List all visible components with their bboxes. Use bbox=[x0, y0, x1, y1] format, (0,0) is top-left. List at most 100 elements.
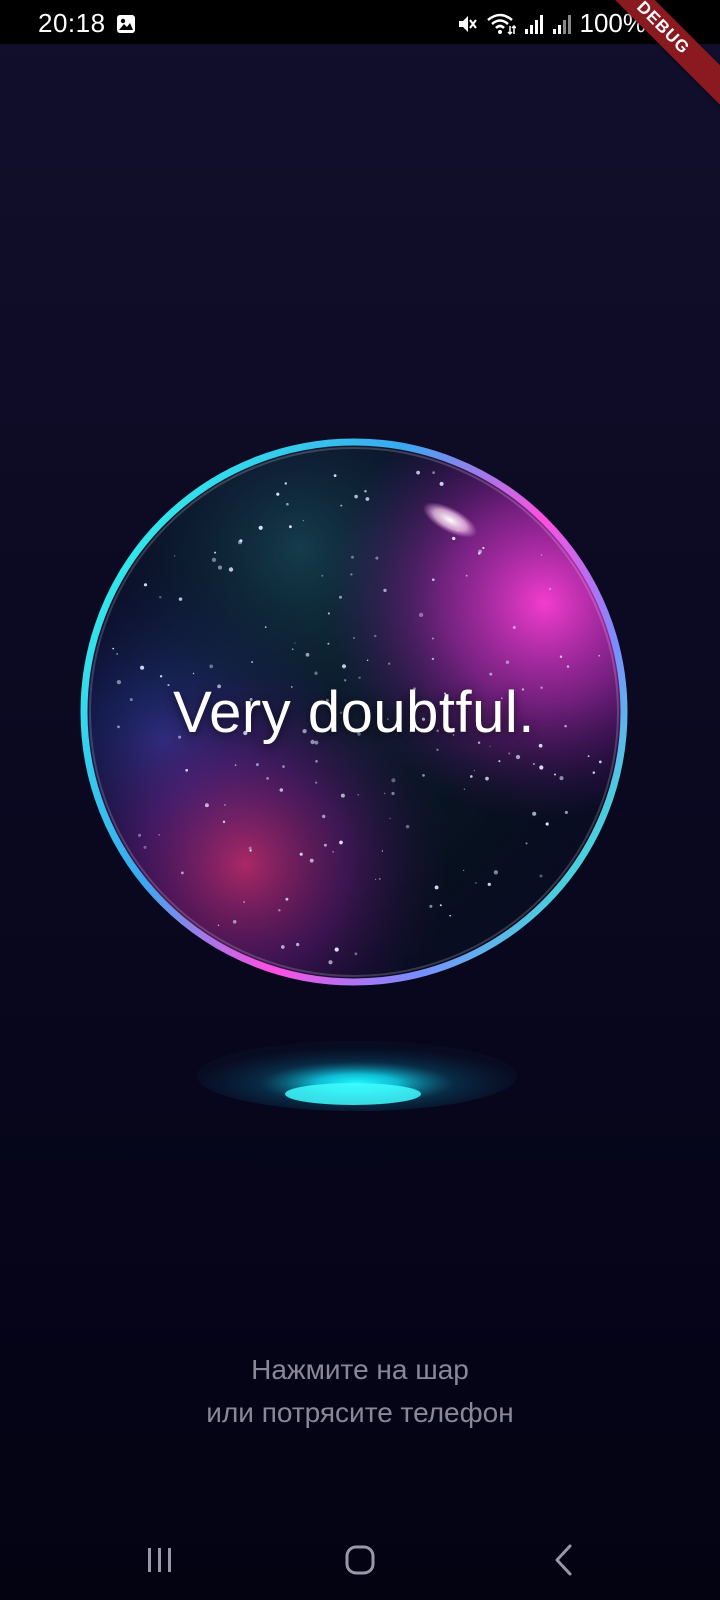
star-dot bbox=[427, 728, 431, 731]
star-dot bbox=[276, 492, 280, 496]
star-dot bbox=[286, 502, 289, 506]
star-dot bbox=[521, 688, 525, 691]
star-dot bbox=[374, 878, 377, 881]
star-dot bbox=[339, 595, 342, 599]
star-dot bbox=[482, 546, 485, 550]
star-dot bbox=[391, 778, 396, 783]
star-dot bbox=[296, 942, 300, 947]
star-dot bbox=[129, 698, 133, 702]
star-dot bbox=[138, 833, 142, 837]
star-dot bbox=[315, 781, 318, 784]
star-dot bbox=[383, 588, 387, 593]
star-dot bbox=[143, 845, 147, 849]
star-dot bbox=[469, 775, 473, 778]
star-dot bbox=[413, 687, 416, 690]
star-dot bbox=[378, 877, 381, 880]
glow-pedestal bbox=[197, 1041, 517, 1111]
star-dot bbox=[452, 734, 455, 736]
back-icon bbox=[555, 1544, 572, 1576]
star-dot bbox=[314, 740, 319, 745]
star-dot bbox=[478, 549, 483, 554]
star-dot bbox=[549, 588, 551, 590]
star-dot bbox=[383, 792, 386, 795]
star-dot bbox=[167, 684, 170, 687]
star-dot bbox=[357, 794, 359, 796]
star-dot bbox=[294, 642, 296, 644]
star-dot bbox=[282, 765, 285, 768]
star-dot bbox=[222, 820, 226, 824]
back-button[interactable] bbox=[524, 1520, 604, 1600]
star-dot bbox=[258, 525, 263, 530]
star-dot bbox=[339, 711, 343, 715]
star-dot bbox=[315, 760, 318, 763]
star-dot bbox=[237, 540, 243, 545]
star-dot bbox=[140, 665, 145, 670]
star-dot bbox=[598, 760, 602, 764]
star-dot bbox=[322, 814, 326, 819]
star-dot bbox=[328, 960, 333, 965]
star-dot bbox=[432, 471, 435, 474]
magic-ball[interactable]: Very doubtful. bbox=[78, 436, 630, 988]
star-dot bbox=[431, 578, 435, 582]
star-dot bbox=[515, 754, 521, 760]
star-dot bbox=[439, 904, 442, 907]
star-dot bbox=[159, 675, 163, 678]
star-dot bbox=[280, 945, 285, 949]
star-dot bbox=[321, 574, 324, 577]
star-dot bbox=[354, 952, 358, 956]
star-dot bbox=[192, 672, 195, 675]
star-dot bbox=[436, 748, 439, 751]
star-dot bbox=[249, 849, 252, 852]
star-dot bbox=[178, 735, 182, 739]
star-dot bbox=[357, 732, 361, 736]
star-dot bbox=[434, 885, 439, 890]
home-button[interactable] bbox=[320, 1520, 400, 1600]
star-dot bbox=[290, 685, 293, 688]
star-dot bbox=[538, 743, 543, 748]
star-dot bbox=[159, 595, 162, 599]
star-dot bbox=[465, 574, 468, 577]
star-dot bbox=[302, 519, 305, 522]
star-dot bbox=[475, 882, 477, 884]
star-dot bbox=[431, 637, 434, 640]
star-dot bbox=[278, 908, 281, 912]
signal-icon-2 bbox=[552, 14, 571, 34]
star-dot bbox=[473, 769, 476, 772]
star-dot bbox=[288, 525, 292, 529]
gallery-icon bbox=[117, 15, 135, 33]
star-dot bbox=[532, 762, 535, 766]
star-dot bbox=[209, 664, 214, 669]
star-dot bbox=[539, 765, 544, 770]
star-dot bbox=[388, 662, 391, 665]
star-dot bbox=[314, 671, 318, 675]
star-dot bbox=[351, 555, 354, 559]
star-dot bbox=[341, 664, 347, 669]
star-dot bbox=[243, 901, 245, 903]
star-dot bbox=[364, 489, 367, 493]
status-time: 20:18 bbox=[38, 8, 106, 38]
star-dot bbox=[284, 482, 288, 485]
hint-line-1: Нажмите на шар bbox=[251, 1354, 469, 1385]
mute-icon bbox=[458, 15, 477, 32]
star-dot bbox=[421, 717, 426, 721]
star-dot bbox=[310, 739, 315, 745]
star-dot bbox=[429, 904, 433, 908]
star-dot bbox=[339, 840, 343, 845]
star-dot bbox=[489, 672, 493, 676]
star-dot bbox=[545, 822, 549, 826]
star-dot bbox=[255, 763, 259, 767]
star-dot bbox=[350, 573, 353, 576]
wifi-icon bbox=[486, 13, 516, 35]
star-dot bbox=[540, 554, 543, 556]
orb-graphic bbox=[80, 438, 628, 986]
star-dot bbox=[532, 811, 537, 816]
star-dot bbox=[143, 583, 148, 587]
status-bar: 20:18 100% DEBUG bbox=[0, 0, 720, 113]
recents-button[interactable] bbox=[120, 1520, 200, 1600]
star-dot bbox=[366, 659, 369, 662]
star-dot bbox=[299, 852, 303, 856]
star-dot bbox=[251, 661, 254, 663]
star-dot bbox=[309, 858, 314, 863]
star-dot bbox=[223, 803, 226, 806]
star-dot bbox=[116, 679, 122, 685]
